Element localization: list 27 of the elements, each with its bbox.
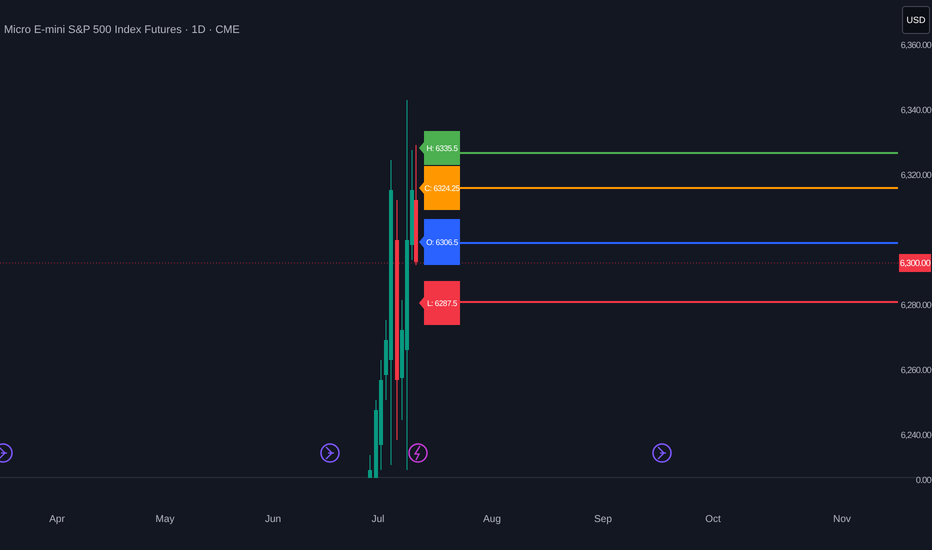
time-axis-label: Aug bbox=[482, 514, 502, 525]
price-tag: L: 6287.5 bbox=[419, 281, 460, 325]
chart-title: Micro E-mini S&P 500 Index Futures · 1D · CME bbox=[4, 24, 240, 36]
price-tag: C: 6324.25 bbox=[419, 166, 460, 210]
price-tag: H: 6335.5 bbox=[419, 131, 460, 165]
price-axis-label: 0.00 bbox=[916, 475, 931, 485]
arrow-event-icon[interactable] bbox=[320, 443, 340, 463]
current-price-label: 6,300.00 bbox=[899, 254, 931, 272]
price-axis-label: 6,240.00 bbox=[900, 430, 931, 440]
time-axis-label: Nov bbox=[832, 514, 852, 525]
currency-button[interactable]: USD bbox=[902, 6, 930, 34]
price-axis-label: 6,340.00 bbox=[900, 105, 931, 115]
price-axis-label: 6,320.00 bbox=[900, 170, 931, 180]
price-axis-label: 6,280.00 bbox=[900, 300, 931, 310]
time-axis-label: Apr bbox=[48, 514, 66, 525]
time-axis-label: Oct bbox=[704, 514, 722, 525]
candlestick bbox=[368, 454, 372, 478]
arrow-event-icon[interactable] bbox=[0, 443, 13, 463]
time-axis-label: Sep bbox=[593, 514, 613, 525]
price-axis-label: 6,260.00 bbox=[900, 365, 931, 375]
time-axis-label: May bbox=[154, 514, 176, 525]
arrow-event-icon[interactable] bbox=[652, 443, 672, 463]
price-axis-label: 6,360.00 bbox=[900, 40, 931, 50]
time-axis-label: Jul bbox=[370, 514, 386, 525]
time-axis-label: Jun bbox=[264, 514, 282, 525]
price-tag: O: 6306.5 bbox=[419, 219, 460, 265]
lightning-event-icon[interactable] bbox=[408, 443, 428, 463]
